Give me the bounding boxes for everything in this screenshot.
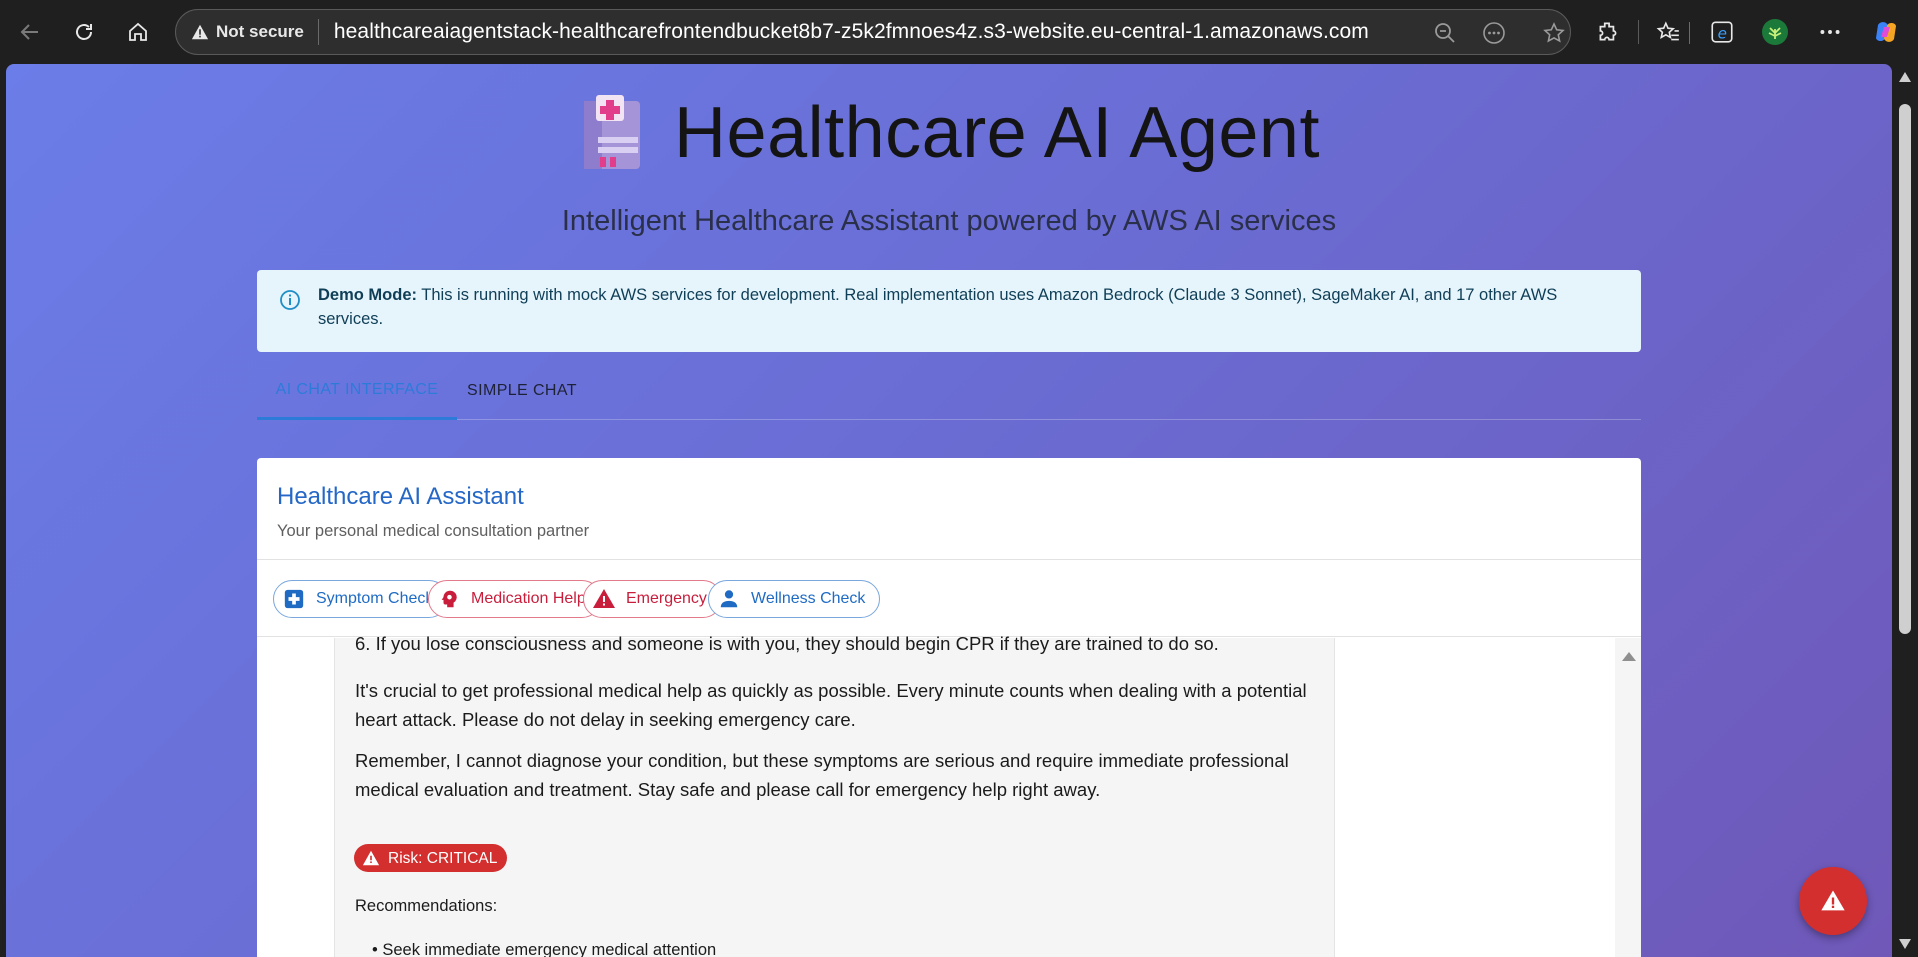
chat-scrollbar[interactable] [1615, 638, 1641, 957]
hospital-icon [584, 95, 641, 169]
home-button[interactable] [118, 12, 158, 52]
zoom-out-icon[interactable] [1433, 21, 1457, 45]
address-bar[interactable]: Not secure healthcareaiagentstack-health… [175, 9, 1690, 55]
wellness-check-button[interactable]: Wellness Check [708, 580, 881, 618]
message-line: 6. If you lose consciousness and someone… [355, 633, 1219, 654]
quick-actions: Symptom Check Medication Help Emergency … [257, 561, 1641, 637]
psychology-icon [437, 587, 461, 611]
page-scrollbar[interactable] [1892, 64, 1918, 957]
copilot-icon[interactable] [1868, 14, 1904, 50]
person-icon [717, 587, 741, 611]
omnibox-separator [317, 19, 319, 45]
page-viewport: Healthcare AI Agent Intelligent Healthca… [6, 64, 1892, 957]
ie-mode-icon[interactable]: e [1704, 14, 1740, 50]
url-text[interactable]: healthcareaiagentstack-healthcarefronten… [334, 20, 1369, 44]
message-paragraph: It's crucial to get professional medical… [355, 680, 1307, 730]
warning-icon [190, 22, 210, 42]
medication-help-button[interactable]: Medication Help [428, 580, 601, 618]
tab-bar: AI Chat Interface Simple Chat [257, 362, 1641, 420]
browser-toolbar: Not secure healthcareaiagentstack-health… [0, 0, 1918, 64]
card-subtitle: Your personal medical consultation partn… [277, 522, 590, 540]
chip-label: Emergency [626, 590, 707, 607]
warning-icon [362, 848, 382, 868]
alert-text: This is running with mock AWS services f… [318, 286, 1558, 328]
recommendations-heading: Recommendations: [355, 897, 498, 915]
scroll-up-arrow[interactable] [1622, 652, 1636, 661]
symptom-check-button[interactable]: Symptom Check [273, 580, 449, 618]
chip-label: Wellness Check [751, 590, 866, 607]
emergency-button[interactable]: Emergency [583, 580, 722, 618]
risk-badge: Risk: CRITICAL [354, 844, 508, 872]
assistant-message: 6. If you lose consciousness and someone… [334, 633, 1335, 957]
tab-ai-chat-interface[interactable]: AI Chat Interface [257, 362, 457, 420]
message-paragraph: Remember, I cannot diagnose your conditi… [355, 750, 1289, 800]
tab-simple-chat[interactable]: Simple Chat [457, 362, 587, 420]
profile-avatar[interactable] [1757, 14, 1793, 50]
page-title: Healthcare AI Agent [674, 93, 1320, 173]
chip-label: Symptom Check [316, 590, 434, 607]
chip-label: Medication Help [471, 590, 586, 607]
info-icon [280, 290, 300, 310]
star-icon[interactable] [1542, 21, 1566, 45]
demo-mode-alert: Demo Mode: This is running with mock AWS… [257, 270, 1641, 352]
risk-label: Risk: CRITICAL [388, 849, 498, 867]
page-subtitle: Intelligent Healthcare Assistant powered… [561, 205, 1337, 237]
warning-icon [592, 587, 616, 611]
recommendation-item: • Seek immediate emergency medical atten… [372, 941, 717, 957]
reload-icon [76, 24, 92, 40]
card-title: Healthcare AI Assistant [277, 483, 524, 510]
warning-icon [1821, 890, 1845, 911]
back-button[interactable] [10, 12, 50, 52]
more-page-options-icon[interactable] [1482, 21, 1506, 45]
toolbar-divider [1638, 20, 1639, 44]
assistant-card: Healthcare AI Assistant Your personal me… [257, 458, 1641, 957]
security-label[interactable]: Not secure [216, 22, 304, 42]
chat-messages[interactable]: 6. If you lose consciousness and someone… [257, 633, 1641, 957]
more-options-icon[interactable] [1812, 14, 1848, 50]
reload-button[interactable] [64, 12, 104, 52]
extensions-icon[interactable] [1590, 14, 1626, 50]
scroll-up-arrow[interactable] [1899, 72, 1911, 82]
medical-cross-icon [282, 587, 306, 611]
card-header: Healthcare AI Assistant Your personal me… [257, 458, 1641, 560]
svg-text:e: e [1718, 25, 1727, 43]
page-header: Healthcare AI Agent [6, 92, 1892, 174]
scroll-down-arrow[interactable] [1899, 939, 1911, 949]
home-icon [129, 22, 147, 41]
omnibox-divider [1689, 22, 1690, 44]
favorites-icon[interactable] [1650, 14, 1686, 50]
alert-label: Demo Mode: [318, 286, 417, 304]
arrow-left-icon [20, 24, 38, 40]
emergency-fab[interactable] [1799, 867, 1867, 935]
scroll-thumb[interactable] [1899, 104, 1911, 634]
